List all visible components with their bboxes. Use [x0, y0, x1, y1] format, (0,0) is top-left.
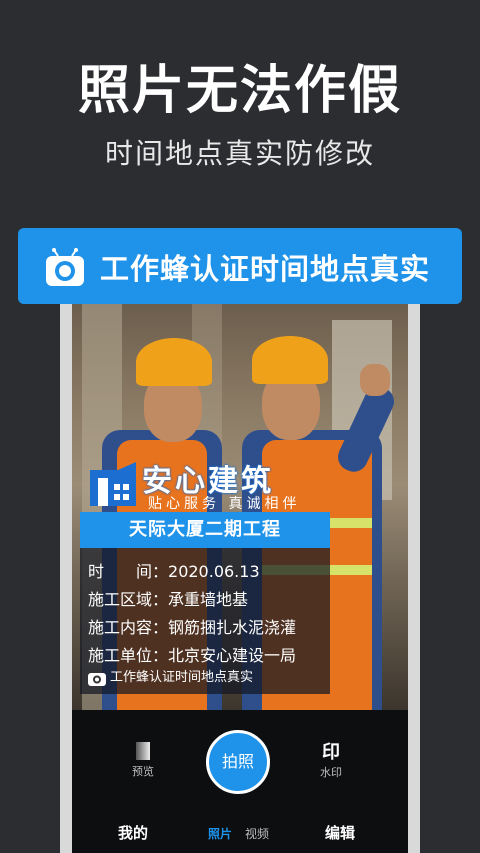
watermark-row-area: 施工区域：承重墙地基 [88, 586, 248, 610]
watermark-row-content: 施工内容：钢筋捆扎水泥浇灌 [88, 614, 296, 638]
preview-button[interactable]: 预览 [128, 742, 158, 779]
row-label: 施工内容： [88, 618, 169, 637]
row-value: 钢筋捆扎水泥浇灌 [168, 618, 297, 637]
preview-label: 预览 [132, 765, 154, 778]
row-value: 北京安心建设一局 [168, 646, 297, 665]
camera-icon [88, 672, 106, 686]
watermark-row-company: 施工单位：北京安心建设一局 [88, 642, 296, 666]
stamp-icon: 印 [322, 742, 340, 763]
watermark-slogan: 贴心服务 真诚相伴 [148, 496, 301, 512]
verification-banner: 工作蜂认证时间地点真实 [18, 228, 462, 304]
watermark-button[interactable]: 印 水印 [314, 738, 348, 780]
camera-icon [46, 248, 84, 286]
nav-photo[interactable]: 照片 [208, 825, 232, 842]
nav-edit[interactable]: 编辑 [325, 822, 355, 843]
watermark-project-title: 天际大厦二期工程 [80, 512, 330, 548]
row-value: 承重墙地基 [168, 590, 249, 609]
shutter-button[interactable]: 拍照 [206, 730, 270, 794]
banner-text: 工作蜂认证时间地点真实 [100, 252, 431, 286]
watermark-logo: 安心建筑 贴心服务 真诚相伴 [88, 460, 328, 512]
hero-headline: 照片无法作假 [77, 61, 402, 121]
watermark-footer-text: 工作蜂认证时间地点真实 [110, 670, 254, 685]
hero-subline: 时间地点真实防修改 [104, 137, 375, 170]
watermark-footer: 工作蜂认证时间地点真实 [88, 666, 253, 686]
row-label: 时 间： [88, 562, 169, 581]
building-logo-icon [90, 462, 136, 506]
nav-video[interactable]: 视频 [245, 825, 269, 842]
watermark-row-time: 时 间：2020.06.13 [88, 558, 260, 582]
preview-thumbnail-icon [136, 742, 150, 760]
row-value: 2020.06.13 [168, 562, 260, 581]
nav-mine[interactable]: 我的 [118, 822, 148, 843]
watermark-info-panel: 时 间：2020.06.13 施工区域：承重墙地基 施工内容：钢筋捆扎水泥浇灌 … [80, 548, 330, 694]
row-label: 施工区域： [88, 590, 169, 609]
watermark-label: 水印 [320, 766, 342, 779]
row-label: 施工单位： [88, 646, 169, 665]
